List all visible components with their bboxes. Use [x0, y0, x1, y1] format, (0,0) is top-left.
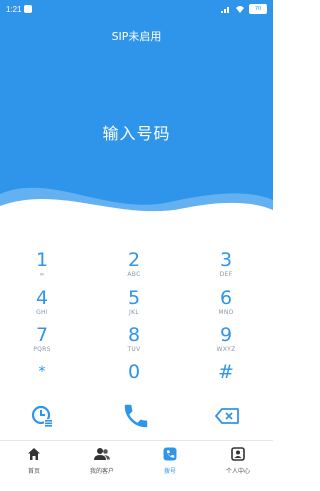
key-digit: 6 — [219, 287, 233, 309]
delete-button[interactable] — [212, 404, 242, 428]
battery-icon: 70 — [249, 4, 267, 14]
dialer-header: 1:21 70 SIP未启用 输入号码 — [0, 0, 273, 220]
key-digit: 1 — [35, 249, 49, 271]
key-letters: ABC — [127, 271, 141, 278]
key-5[interactable]: 5 JKL — [104, 288, 164, 322]
customers-icon — [94, 448, 110, 460]
key-letters: TUV — [127, 346, 141, 353]
key-7[interactable]: 7 PQRS — [12, 325, 72, 359]
nav-profile[interactable]: 个人中心 — [204, 447, 272, 475]
nav-customers[interactable]: 我的客户 — [68, 447, 136, 475]
status-bar: 1:21 70 — [0, 0, 273, 20]
key-letters: PQRS — [33, 346, 51, 353]
notification-icon — [24, 5, 32, 13]
key-0[interactable]: 0 — [104, 362, 164, 396]
nav-label: 拨号 — [163, 468, 176, 475]
bottom-nav: 首页 我的客户 拨号 个人中心 — [0, 440, 273, 491]
key-digit: 9 — [219, 324, 233, 346]
key-letters: JKL — [129, 309, 139, 316]
nav-home[interactable]: 首页 — [0, 447, 68, 475]
number-display[interactable]: 输入号码 — [0, 120, 273, 144]
key-digit: 2 — [127, 249, 141, 271]
clock-history-icon — [31, 405, 52, 427]
key-9[interactable]: 9 WXYZ — [196, 325, 256, 359]
nav-label: 个人中心 — [225, 468, 250, 475]
home-icon — [28, 448, 40, 460]
header-wave — [0, 187, 273, 220]
status-time: 1:21 — [6, 5, 22, 14]
key-digit: 7 — [35, 324, 49, 346]
key-digit: 5 — [127, 287, 141, 309]
call-history-button[interactable] — [28, 402, 56, 430]
key-letters: ∞ — [39, 271, 45, 278]
key-letters: WXYZ — [216, 346, 236, 353]
wifi-icon — [236, 6, 244, 13]
key-2[interactable]: 2 ABC — [104, 250, 164, 284]
key-digit: * — [38, 364, 46, 380]
nav-label: 首页 — [27, 468, 40, 475]
key-letters: GHI — [36, 309, 48, 316]
key-digit: 0 — [127, 361, 141, 383]
call-button[interactable] — [118, 398, 154, 434]
phone-icon — [124, 404, 148, 428]
nav-dialpad[interactable]: 拨号 — [136, 447, 204, 475]
key-8[interactable]: 8 TUV — [104, 325, 164, 359]
nav-label: 我的客户 — [89, 468, 114, 475]
key-digit: 4 — [35, 287, 49, 309]
key-6[interactable]: 6 MNO — [196, 288, 256, 322]
backspace-icon — [215, 408, 239, 424]
key-4[interactable]: 4 GHI — [12, 288, 72, 322]
key-digit: 8 — [127, 324, 141, 346]
signal-icon — [221, 7, 229, 13]
key-letters: DEF — [219, 271, 233, 278]
key-hash[interactable]: # — [196, 362, 256, 396]
key-letters: MNO — [218, 309, 234, 316]
key-3[interactable]: 3 DEF — [196, 250, 256, 284]
key-1[interactable]: 1 ∞ — [12, 250, 72, 284]
dialpad-icon — [163, 447, 177, 461]
key-star[interactable]: * — [12, 362, 72, 396]
sip-status-title: SIP未启用 — [111, 30, 162, 43]
key-digit: # — [218, 361, 234, 383]
profile-icon — [231, 447, 245, 461]
key-digit: 3 — [219, 249, 233, 271]
